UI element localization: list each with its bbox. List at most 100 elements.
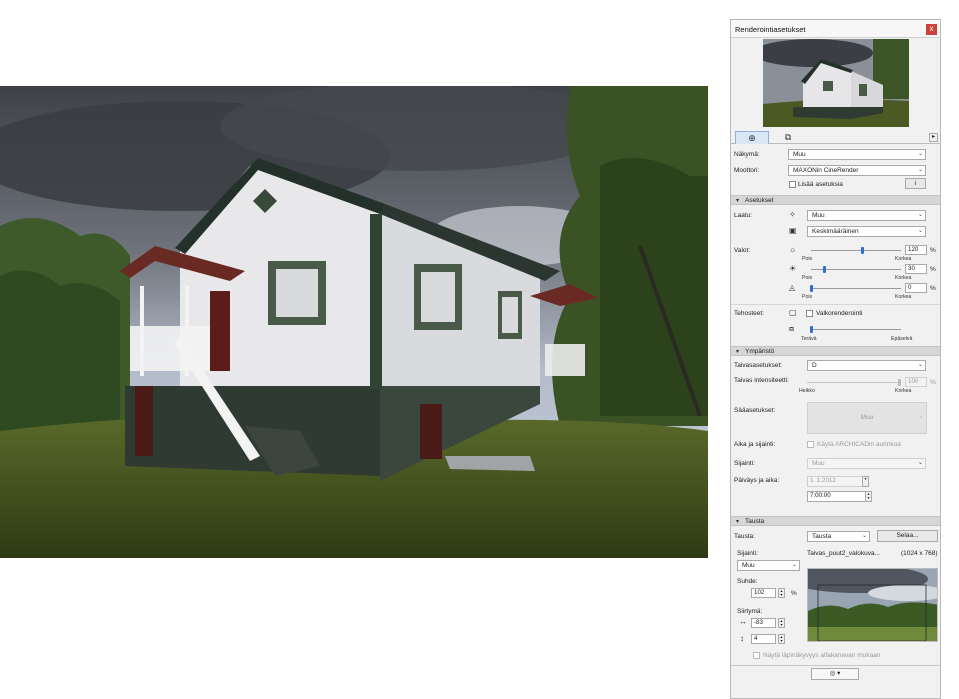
- render-preview-button[interactable]: ◎ ▾: [811, 668, 859, 680]
- light-slider-1-thumb[interactable]: [861, 247, 865, 254]
- light-value-1[interactable]: 120: [905, 245, 927, 255]
- light-slider-2-thumb[interactable]: [822, 266, 826, 273]
- render-quality-icon: ▣: [789, 226, 797, 235]
- section-tausta[interactable]: ▾ Tausta: [731, 516, 940, 526]
- tab-layout[interactable]: ⧉: [771, 131, 805, 144]
- section-asetukset[interactable]: ▾ Asetukset: [731, 195, 940, 205]
- sun-icon: ☼: [789, 245, 797, 254]
- intensity-slider-thumb[interactable]: [898, 379, 901, 386]
- chevron-down-icon: ⌄: [917, 212, 923, 218]
- layout-icon: ⧉: [784, 132, 792, 142]
- laatu-value: Muu: [812, 212, 825, 219]
- chevron-down-icon: ⌄: [917, 460, 923, 466]
- panel-titlebar: Renderointiasetukset x: [731, 20, 940, 38]
- light-slider-3[interactable]: [811, 288, 901, 289]
- chevron-down-icon: ⌄: [861, 533, 867, 539]
- intensity-slider[interactable]: [807, 382, 899, 383]
- light-value-2[interactable]: 30: [905, 264, 927, 274]
- light-min-1: Pois: [802, 256, 813, 262]
- sharpness-slider-thumb[interactable]: [810, 326, 813, 333]
- info-icon: i: [914, 180, 917, 187]
- weather-settings-value: Muu: [860, 414, 874, 421]
- close-icon[interactable]: x: [926, 24, 937, 35]
- moottori-dropdown[interactable]: MAXONin CineRender ⌄: [788, 165, 926, 176]
- background-file-size: (1024 x 768): [901, 550, 938, 557]
- nakyma-dropdown[interactable]: Muu ⌄: [788, 149, 926, 160]
- crosshair-icon: ⊕: [748, 133, 756, 143]
- laatu2-value: Keskimääräinen: [812, 228, 859, 235]
- offset-y-stepper-icon[interactable]: ▴ ▾: [778, 634, 785, 644]
- light-slider-3-thumb[interactable]: [810, 285, 813, 292]
- section-ymparisto[interactable]: ▾ Ympäristö: [731, 346, 940, 356]
- aika-label: Aika ja sijainti:: [734, 441, 776, 448]
- divider: [731, 304, 940, 305]
- engine-info-button[interactable]: i: [905, 178, 926, 189]
- intensity-value[interactable]: 100: [905, 377, 927, 387]
- offset-y-field[interactable]: 4: [751, 634, 776, 644]
- archicad-sun-checkbox[interactable]: [807, 441, 814, 448]
- light-max-3: Korkea: [895, 294, 912, 300]
- chevron-down-icon: ⌄: [917, 167, 923, 173]
- sijainti-label: Sijainti:: [734, 460, 755, 467]
- bulb-icon: ☀: [789, 264, 797, 273]
- background-thumbnail: [807, 568, 938, 642]
- chevron-down-icon: ⌄: [917, 362, 923, 368]
- tab-scroll-arrow[interactable]: ▸: [929, 133, 938, 142]
- lisaa-asetuksia-checkbox[interactable]: [789, 181, 796, 188]
- selaa-button[interactable]: Selaa...: [877, 530, 938, 542]
- moottori-value: MAXONin CineRender: [793, 167, 859, 174]
- light-value-3[interactable]: 0: [905, 283, 927, 293]
- tausta-sijainti-dropdown[interactable]: Muu ⌄: [737, 560, 800, 571]
- collapse-triangle-icon: ▾: [736, 519, 740, 525]
- date-dropdown-icon[interactable]: ▾: [862, 476, 869, 487]
- nakyma-value: Muu: [793, 151, 806, 158]
- nakyma-label: Näkymä:: [734, 151, 760, 158]
- light-slider-1[interactable]: [811, 250, 901, 251]
- chevron-down-icon: ⌄: [791, 562, 797, 568]
- tehosteet-label: Tehosteet:: [734, 310, 764, 317]
- background-file-name: Taivas_puut2_valokuva...: [807, 550, 880, 557]
- panel-title: Renderointiasetukset: [735, 25, 806, 34]
- offset-x-stepper-icon[interactable]: ▴ ▾: [778, 618, 785, 628]
- render-preview-thumbnail: [763, 39, 909, 127]
- light-max-1: Korkea: [895, 256, 912, 262]
- white-model-icon: ▢: [789, 308, 797, 317]
- tausta-value: Tausta: [812, 533, 832, 540]
- siirtyma-label: Siirtymä:: [737, 608, 763, 615]
- alpha-checkbox[interactable]: [753, 652, 760, 659]
- suhde-field[interactable]: 102: [751, 588, 776, 598]
- tausta-dropdown[interactable]: Tausta ⌄: [807, 531, 870, 542]
- time-field[interactable]: 7:00:00: [807, 491, 869, 502]
- time-stepper-icon[interactable]: ▴ ▾: [865, 491, 872, 502]
- sharpness-slider[interactable]: [811, 329, 901, 330]
- render-settings-panel: Renderointiasetukset x ⊕ ⧉ ▸ Näkymä: Muu…: [730, 19, 941, 699]
- valkorenderointi-checkbox[interactable]: [806, 310, 813, 317]
- suhde-label: Suhde:: [737, 578, 758, 585]
- chevron-down-icon: ⌄: [917, 151, 923, 157]
- alpha-label: Näytä läpinäkyvyys alfakanavan mukaan: [763, 652, 881, 659]
- sharp-max-label: Epäselvä: [891, 336, 913, 342]
- horizontal-offset-icon: ↔: [739, 617, 747, 626]
- ambient-light-icon: ◬: [789, 283, 796, 292]
- laatu-dropdown[interactable]: Muu ⌄: [807, 210, 926, 221]
- intensity-min-label: Heikko: [799, 388, 815, 394]
- collapse-triangle-icon: ▾: [736, 198, 740, 204]
- sijainti-value: Muu: [812, 460, 825, 467]
- tab-view[interactable]: ⊕: [735, 131, 769, 144]
- weather-settings-button[interactable]: Muu ›: [807, 402, 927, 434]
- date-field[interactable]: 1. 1.2012: [807, 476, 869, 487]
- percent-label: %: [930, 285, 936, 292]
- section-ymparisto-title: Ympäristö: [745, 348, 775, 355]
- panel-tabs: ⊕ ⧉ ▸: [731, 131, 940, 144]
- sijainti-dropdown[interactable]: Muu ⌄: [807, 458, 926, 469]
- taivasasetukset-label: Taivasasetukset:: [734, 362, 783, 369]
- percent-label: %: [930, 266, 936, 273]
- suhde-stepper-icon[interactable]: ▴ ▾: [778, 588, 785, 598]
- offset-x-field[interactable]: -83: [751, 618, 776, 628]
- chevron-right-icon: ›: [919, 414, 922, 421]
- archicad-sun-label: Käytä ARCHICADin aurinkoa: [817, 441, 901, 448]
- light-min-3: Pois: [802, 294, 813, 300]
- taivasasetukset-dropdown[interactable]: D ⌄: [807, 360, 926, 371]
- laatu2-dropdown[interactable]: Keskimääräinen ⌄: [807, 226, 926, 237]
- sharp-min-label: Terävä: [801, 336, 817, 342]
